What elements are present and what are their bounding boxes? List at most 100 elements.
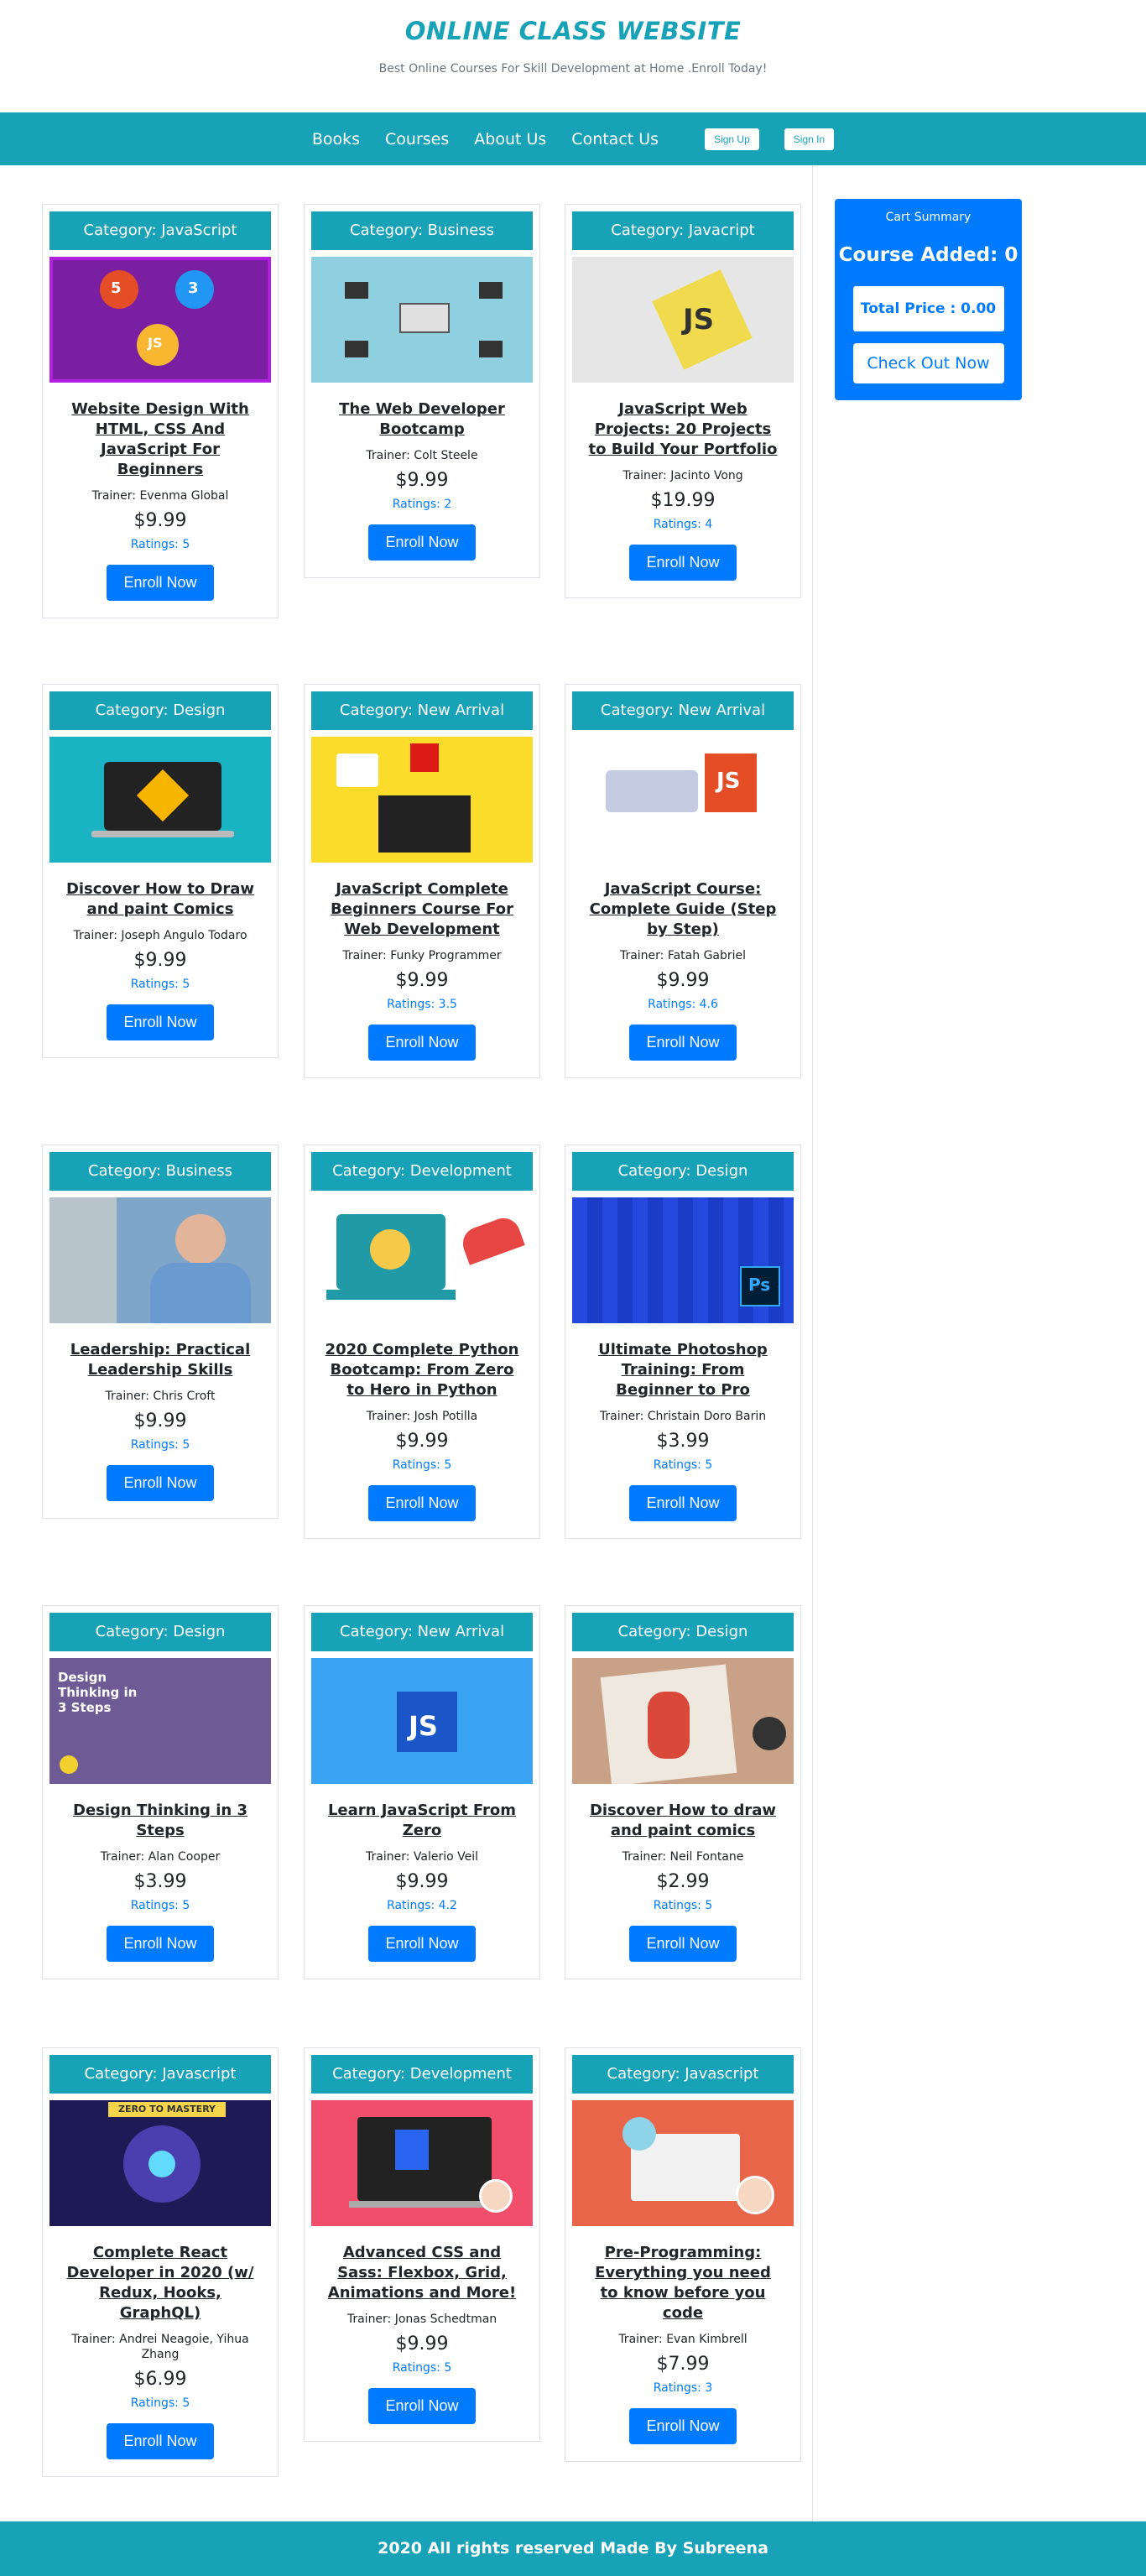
enroll-now-button[interactable]: Enroll Now xyxy=(107,2423,214,2459)
course-rating: Ratings: 5 xyxy=(653,1458,713,1472)
enroll-now-button[interactable]: Enroll Now xyxy=(368,524,476,561)
course-card: Category: Business The Web Developer Boot… xyxy=(304,204,540,578)
course-title[interactable]: Discover How to Draw and paint Comics xyxy=(63,879,258,920)
course-thumbnail[interactable] xyxy=(49,737,271,863)
nav-link-about-us[interactable]: About Us xyxy=(474,130,546,149)
course-trainer: Trainer: Colt Steele xyxy=(366,449,478,462)
enroll-now-button[interactable]: Enroll Now xyxy=(629,2408,737,2444)
enroll-now-button[interactable]: Enroll Now xyxy=(107,1465,214,1501)
check-out-button[interactable]: Check Out Now xyxy=(852,343,1004,383)
course-title[interactable]: Leadership: Practical Leadership Skills xyxy=(63,1340,258,1380)
course-trainer: Trainer: Jacinto Vong xyxy=(622,469,743,482)
course-title[interactable]: 2020 Complete Python Bootcamp: From Zero… xyxy=(325,1340,519,1400)
enroll-now-button[interactable]: Enroll Now xyxy=(368,1025,476,1061)
course-category: Category: Design xyxy=(572,1613,794,1651)
course-price: $6.99 xyxy=(133,2369,187,2390)
course-category: Category: Javascript xyxy=(572,2055,794,2094)
course-price: $3.99 xyxy=(656,1431,710,1452)
course-rating: Ratings: 5 xyxy=(130,1899,190,1912)
course-title[interactable]: Ultimate Photoshop Training: From Beginn… xyxy=(586,1340,780,1400)
course-category: Category: Javascript xyxy=(49,2055,271,2094)
enroll-now-button[interactable]: Enroll Now xyxy=(107,1926,214,1962)
course-card: Category: JavaScript 5 3 JS Website Design W… xyxy=(42,204,279,618)
course-rating: Ratings: 5 xyxy=(130,2396,190,2410)
course-card: Category: Business Leadership: Practical … xyxy=(42,1145,279,1519)
nav-link-contact-us[interactable]: Contact Us xyxy=(571,130,659,149)
course-title[interactable]: Complete React Developer in 2020 (w/ Red… xyxy=(63,2243,258,2323)
enroll-now-button[interactable]: Enroll Now xyxy=(629,545,737,581)
course-rating: Ratings: 4.6 xyxy=(648,998,718,1011)
course-title[interactable]: Pre-Programming: Everything you need to … xyxy=(586,2243,780,2323)
sign-in-button[interactable]: Sign In xyxy=(784,128,835,150)
course-category: Category: New Arrival xyxy=(311,1613,533,1651)
course-card: Category: New Arrival JS JavaScript Course… xyxy=(565,684,801,1078)
course-card: Category: Javascript ZERO TO MASTERY Compl… xyxy=(42,2047,279,2477)
course-trainer: Trainer: Neil Fontane xyxy=(622,1850,744,1864)
nav-link-courses[interactable]: Courses xyxy=(385,130,449,149)
course-thumbnail[interactable] xyxy=(311,737,533,863)
course-thumbnail[interactable]: Ps xyxy=(572,1197,794,1323)
enroll-now-button[interactable]: Enroll Now xyxy=(629,1025,737,1061)
enroll-now-button[interactable]: Enroll Now xyxy=(107,1004,214,1040)
cart-summary: Cart Summary Course Added: 0 Total Price… xyxy=(835,199,1022,400)
course-title[interactable]: Learn JavaScript From Zero xyxy=(325,1801,519,1841)
course-trainer: Trainer: Valerio Veil xyxy=(366,1850,478,1864)
course-thumbnail[interactable] xyxy=(572,1658,794,1784)
nav-link-books[interactable]: Books xyxy=(312,130,360,149)
course-thumbnail[interactable] xyxy=(311,2100,533,2226)
course-thumbnail[interactable] xyxy=(572,2100,794,2226)
course-rating: Ratings: 5 xyxy=(392,1458,452,1472)
course-title[interactable]: JavaScript Course: Complete Guide (Step … xyxy=(586,879,780,940)
course-title[interactable]: JavaScript Web Projects: 20 Projects to … xyxy=(586,399,780,460)
course-category: Category: Design xyxy=(49,1613,271,1651)
course-category: Category: New Arrival xyxy=(572,691,794,730)
course-card: Category: Design Ps Ultimate Photoshop Tra… xyxy=(565,1145,801,1539)
enroll-now-button[interactable]: Enroll Now xyxy=(629,1485,737,1521)
course-thumbnail[interactable]: JS xyxy=(572,737,794,863)
course-added-count: Course Added: 0 xyxy=(838,244,1018,266)
course-price: $9.99 xyxy=(395,1871,449,1892)
course-category: Category: New Arrival xyxy=(311,691,533,730)
course-rating: Ratings: 5 xyxy=(130,1438,190,1452)
course-rating: Ratings: 4 xyxy=(653,518,713,531)
course-price: $3.99 xyxy=(133,1871,187,1892)
course-title[interactable]: Website Design With HTML, CSS And JavaSc… xyxy=(63,399,258,480)
course-title[interactable]: JavaScript Complete Beginners Course For… xyxy=(325,879,519,940)
course-thumbnail[interactable]: JS xyxy=(311,1658,533,1784)
course-thumbnail[interactable]: ZERO TO MASTERY xyxy=(49,2100,271,2226)
site-footer: 2020 All rights reserved Made By Subreen… xyxy=(0,2521,1146,2576)
course-rating: Ratings: 2 xyxy=(392,498,452,511)
course-title[interactable]: Discover How to draw and paint comics xyxy=(586,1801,780,1841)
enroll-now-button[interactable]: Enroll Now xyxy=(368,2388,476,2424)
course-price: $9.99 xyxy=(133,950,187,971)
course-price: $9.99 xyxy=(395,1431,449,1452)
course-thumbnail[interactable] xyxy=(311,1197,533,1323)
enroll-now-button[interactable]: Enroll Now xyxy=(629,1926,737,1962)
course-card: Category: New Arrival JS Learn JavaScript … xyxy=(304,1605,540,1979)
course-thumbnail[interactable]: 5 3 JS xyxy=(49,257,271,383)
course-card: Category: Javacript JS JavaScript Web Proj… xyxy=(565,204,801,598)
enroll-now-button[interactable]: Enroll Now xyxy=(107,565,214,601)
course-thumbnail[interactable] xyxy=(311,257,533,383)
course-trainer: Trainer: Evenma Global xyxy=(91,489,229,503)
course-title[interactable]: Advanced CSS and Sass: Flexbox, Grid, An… xyxy=(325,2243,519,2303)
course-trainer: Trainer: Alan Cooper xyxy=(100,1850,221,1864)
course-price: $9.99 xyxy=(656,970,710,991)
enroll-now-button[interactable]: Enroll Now xyxy=(368,1926,476,1962)
total-price: Total Price : 0.00 xyxy=(852,286,1004,331)
course-rating: Ratings: 5 xyxy=(130,538,190,551)
course-rating: Ratings: 4.2 xyxy=(387,1899,457,1912)
sign-up-button[interactable]: Sign Up xyxy=(705,128,759,150)
course-category: Category: JavaScript xyxy=(49,211,271,250)
course-category: Category: Javacript xyxy=(572,211,794,250)
site-tagline: Best Online Courses For Skill Developmen… xyxy=(378,62,768,76)
course-title[interactable]: The Web Developer Bootcamp xyxy=(325,399,519,440)
enroll-now-button[interactable]: Enroll Now xyxy=(368,1485,476,1521)
course-card: Category: New Arrival JavaScript Complete… xyxy=(304,684,540,1078)
course-trainer: Trainer: Jonas Schedtman xyxy=(346,2313,497,2326)
course-title[interactable]: Design Thinking in 3 Steps xyxy=(63,1801,258,1841)
course-thumbnail[interactable]: JS xyxy=(572,257,794,383)
course-thumbnail[interactable] xyxy=(49,1197,271,1323)
course-price: $9.99 xyxy=(395,470,449,491)
course-thumbnail[interactable]: Design Thinking in 3 Steps xyxy=(49,1658,271,1784)
